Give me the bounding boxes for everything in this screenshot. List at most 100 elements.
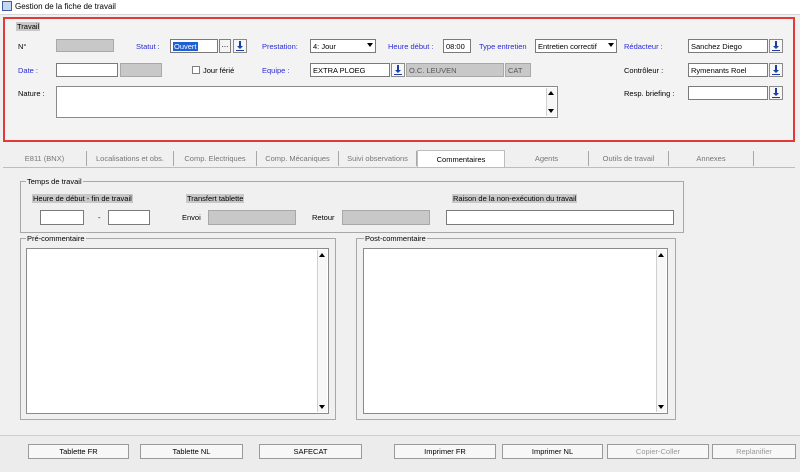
tab-label: Commentaires xyxy=(436,155,486,164)
transfert-tablette-label: Transfert tablette xyxy=(186,194,245,203)
type-entretien-select[interactable]: Entretien correctif xyxy=(535,39,617,53)
tab-localisations[interactable]: Localisations et obs. xyxy=(87,151,174,166)
download-arrow-icon xyxy=(772,65,780,75)
date-field[interactable] xyxy=(56,63,118,77)
statut-more-label: ... xyxy=(221,40,229,49)
equipe-label: Equipe : xyxy=(262,66,290,75)
safecat-button[interactable]: SAFECAT xyxy=(259,444,362,459)
scroll-up-icon[interactable] xyxy=(548,91,554,95)
heure-debut-input[interactable] xyxy=(40,210,84,225)
raison-label: Raison de la non-exécution du travail xyxy=(452,194,578,203)
nature-textarea[interactable] xyxy=(56,86,558,118)
scroll-up-icon[interactable] xyxy=(658,253,664,257)
jour-ferie-label: Jour férié xyxy=(203,66,235,75)
tab-bar: E811 (BNX) Localisations et obs. Comp. E… xyxy=(3,150,795,167)
tab-outils-de-travail[interactable]: Outils de travail xyxy=(589,151,669,166)
resp-briefing-field[interactable] xyxy=(688,86,768,100)
tab-comp-mecaniques[interactable]: Comp. Mécaniques xyxy=(257,151,339,166)
controleur-download-button[interactable] xyxy=(769,63,783,77)
prestation-label: Prestation: xyxy=(262,42,298,51)
prestation-value: 4: Jour xyxy=(313,42,336,51)
tab-suivi-observations[interactable]: Suivi observations xyxy=(339,151,417,166)
heure-debut-field[interactable]: 08:00 xyxy=(443,39,471,53)
copier-coller-button[interactable]: Copier-Coller xyxy=(607,444,709,459)
chevron-down-icon xyxy=(608,43,614,47)
resp-briefing-download-button[interactable] xyxy=(769,86,783,100)
redacteur-field[interactable]: Sanchez Diego xyxy=(688,39,768,53)
equipe-location-field: O.C. LEUVEN xyxy=(406,63,504,77)
statut-field[interactable]: Ouvert xyxy=(170,39,218,53)
statut-download-button[interactable] xyxy=(233,39,247,53)
button-label: SAFECAT xyxy=(293,447,328,456)
temps-group-label: Temps de travail xyxy=(26,177,83,186)
equipe-code-field: CAT xyxy=(505,63,531,77)
tab-separator xyxy=(3,167,795,168)
type-entretien-value: Entretien correctif xyxy=(538,42,597,51)
pre-commentaire-scrollbar[interactable] xyxy=(317,250,327,412)
resp-briefing-label: Resp. briefing : xyxy=(624,89,675,98)
controleur-field[interactable]: Rymenants Roel xyxy=(688,63,768,77)
nature-label: Nature : xyxy=(18,89,45,98)
redacteur-label: Rédacteur : xyxy=(624,42,663,51)
equipe-download-button[interactable] xyxy=(391,63,405,77)
post-commentaire-textarea[interactable] xyxy=(363,248,668,414)
scroll-up-icon[interactable] xyxy=(319,253,325,257)
post-commentaire-scrollbar[interactable] xyxy=(656,250,666,412)
tab-agents[interactable]: Agents xyxy=(505,151,589,166)
tab-label: Outils de travail xyxy=(602,154,655,163)
equipe-field[interactable]: EXTRA PLOEG xyxy=(310,63,390,77)
chevron-down-icon xyxy=(367,43,373,47)
tab-annexes[interactable]: Annexes xyxy=(669,151,754,166)
tab-comp-electriques[interactable]: Comp. Electriques xyxy=(174,151,257,166)
raison-input[interactable] xyxy=(446,210,674,225)
envoi-label: Envoi xyxy=(182,213,201,222)
tab-commentaires[interactable]: Commentaires xyxy=(417,150,505,167)
button-label: Tablette NL xyxy=(172,447,211,456)
statut-value: Ouvert xyxy=(173,42,198,51)
numero-field xyxy=(56,39,114,52)
replanifier-button[interactable]: Replanifier xyxy=(712,444,796,459)
tab-label: Comp. Mécaniques xyxy=(265,154,330,163)
jour-ferie-checkbox[interactable] xyxy=(192,66,200,74)
statut-more-button[interactable]: ... xyxy=(219,39,231,53)
temps-de-travail-group xyxy=(20,181,684,233)
scroll-down-icon[interactable] xyxy=(658,405,664,409)
button-label: Imprimer NL xyxy=(531,447,574,456)
retour-label: Retour xyxy=(312,213,335,222)
tablette-nl-button[interactable]: Tablette NL xyxy=(140,444,243,459)
retour-field xyxy=(342,210,430,225)
equipe-code-value: CAT xyxy=(508,66,523,75)
redacteur-download-button[interactable] xyxy=(769,39,783,53)
pre-commentaire-label: Pré-commentaire xyxy=(26,234,86,243)
window-titlebar: Gestion de la fiche de travail xyxy=(0,0,800,15)
date-label: Date : xyxy=(18,66,39,75)
equipe-value: EXTRA PLOEG xyxy=(313,66,366,75)
tab-label: Suivi observations xyxy=(347,154,408,163)
tab-e811-bnx[interactable]: E811 (BNX) xyxy=(3,151,87,166)
imprimer-nl-button[interactable]: Imprimer NL xyxy=(502,444,603,459)
imprimer-fr-button[interactable]: Imprimer FR xyxy=(394,444,496,459)
date-extra-field xyxy=(120,63,162,77)
heure-debut-value: 08:00 xyxy=(446,42,465,51)
download-arrow-icon xyxy=(772,41,780,51)
button-label: Tablette FR xyxy=(59,447,98,456)
scroll-down-icon[interactable] xyxy=(548,109,554,113)
heure-debut-label: Heure début : xyxy=(388,42,434,51)
pre-commentaire-textarea[interactable] xyxy=(26,248,329,414)
heure-fin-input[interactable] xyxy=(108,210,150,225)
controleur-label: Contrôleur : xyxy=(624,66,664,75)
numero-label: N° xyxy=(18,42,27,51)
nature-scrollbar[interactable] xyxy=(546,88,556,116)
window-title: Gestion de la fiche de travail xyxy=(15,2,116,11)
button-label: Replanifier xyxy=(736,447,772,456)
dash-label: - xyxy=(98,213,101,222)
post-commentaire-label: Post-commentaire xyxy=(364,234,427,243)
tab-label: Localisations et obs. xyxy=(96,154,164,163)
prestation-select[interactable]: 4: Jour xyxy=(310,39,376,53)
type-entretien-label: Type entretien xyxy=(479,42,527,51)
download-arrow-icon xyxy=(236,41,244,51)
scroll-down-icon[interactable] xyxy=(319,405,325,409)
redacteur-value: Sanchez Diego xyxy=(691,42,742,51)
tablette-fr-button[interactable]: Tablette FR xyxy=(28,444,129,459)
tab-label: E811 (BNX) xyxy=(24,154,65,163)
